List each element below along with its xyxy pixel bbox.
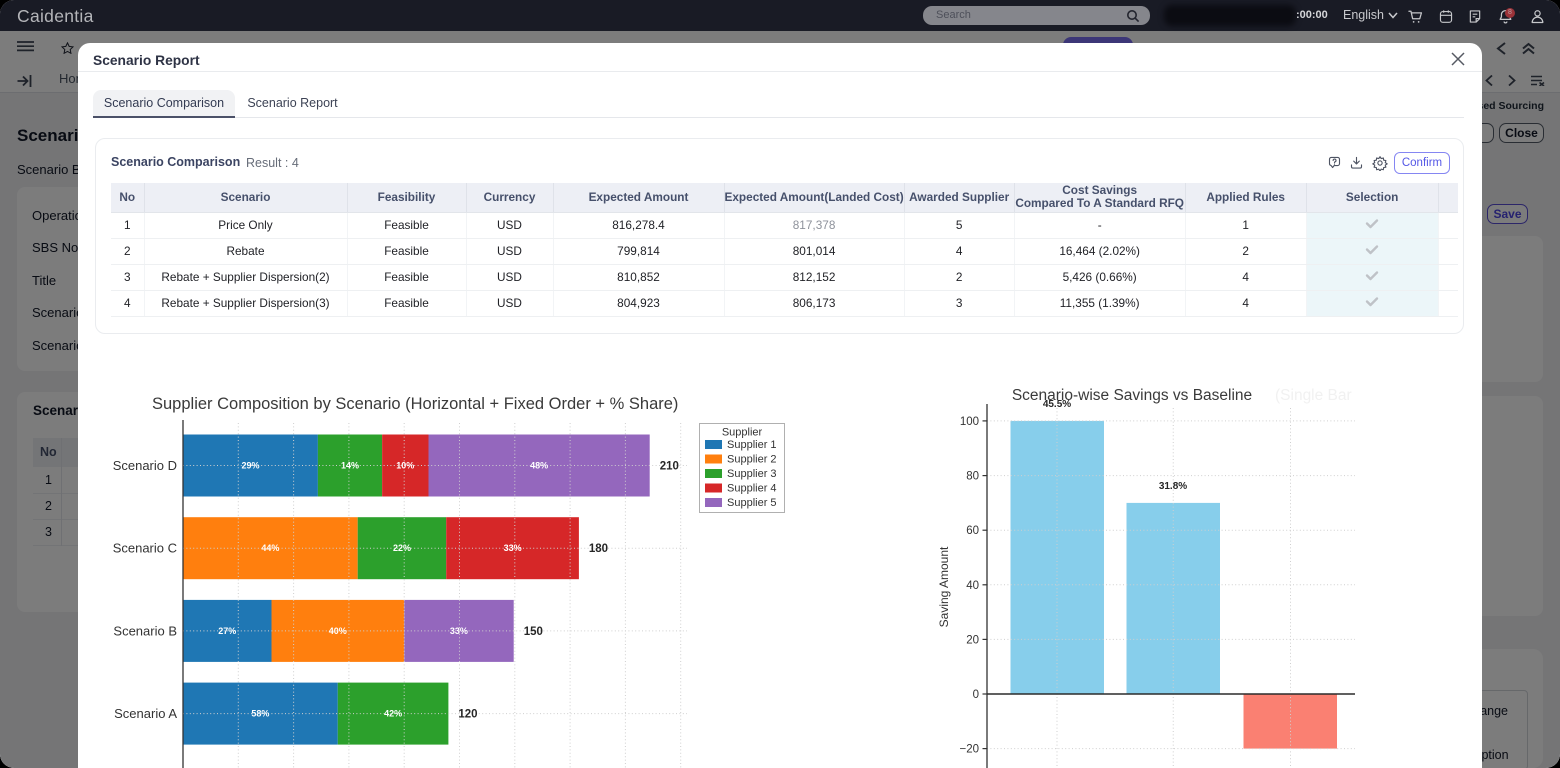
svg-text:Scenario C: Scenario C <box>113 541 177 556</box>
svg-text:27%: 27% <box>218 626 236 636</box>
svg-text:Supplier Composition by Scenar: Supplier Composition by Scenario (Horizo… <box>152 395 678 413</box>
svg-text:Supplier 4: Supplier 4 <box>727 483 777 495</box>
svg-text:Supplier 5: Supplier 5 <box>727 497 777 509</box>
svg-text:44%: 44% <box>261 543 279 553</box>
svg-text:Supplier 3: Supplier 3 <box>727 468 777 480</box>
svg-text:33%: 33% <box>504 543 522 553</box>
svg-text:42%: 42% <box>384 709 402 719</box>
svg-text:20: 20 <box>966 634 979 646</box>
svg-text:Scenario A: Scenario A <box>114 706 177 721</box>
svg-text:100: 100 <box>960 416 979 428</box>
svg-text:14%: 14% <box>341 461 359 471</box>
svg-text:0: 0 <box>973 689 979 701</box>
svg-text:Saving Amount: Saving Amount <box>937 546 951 627</box>
svg-text:40: 40 <box>966 580 979 592</box>
svg-text:60: 60 <box>966 525 979 537</box>
svg-text:58%: 58% <box>251 709 269 719</box>
svg-text:120: 120 <box>458 709 477 721</box>
svg-text:Scenario B: Scenario B <box>113 623 177 638</box>
svg-text:Scenario D: Scenario D <box>113 458 177 473</box>
svg-text:Scenario-wise Savings vs Basel: Scenario-wise Savings vs Baseline <box>1012 387 1252 404</box>
svg-text:(Single Bar: (Single Bar <box>1275 387 1352 404</box>
svg-text:22%: 22% <box>393 543 411 553</box>
svg-text:31.8%: 31.8% <box>1159 481 1187 492</box>
svg-text:Supplier 2: Supplier 2 <box>727 454 777 466</box>
svg-text:210: 210 <box>660 461 679 473</box>
svg-text:150: 150 <box>524 626 543 638</box>
svg-text:10%: 10% <box>396 461 414 471</box>
svg-text:180: 180 <box>589 543 608 555</box>
svg-text:33%: 33% <box>450 626 468 636</box>
svg-text:80: 80 <box>966 471 979 483</box>
svg-text:29%: 29% <box>241 461 259 471</box>
svg-text:48%: 48% <box>530 461 548 471</box>
svg-text:40%: 40% <box>329 626 347 636</box>
svg-text:−20: −20 <box>959 744 979 756</box>
svg-text:Supplier 1: Supplier 1 <box>727 439 777 451</box>
svg-text:Supplier: Supplier <box>722 427 763 439</box>
